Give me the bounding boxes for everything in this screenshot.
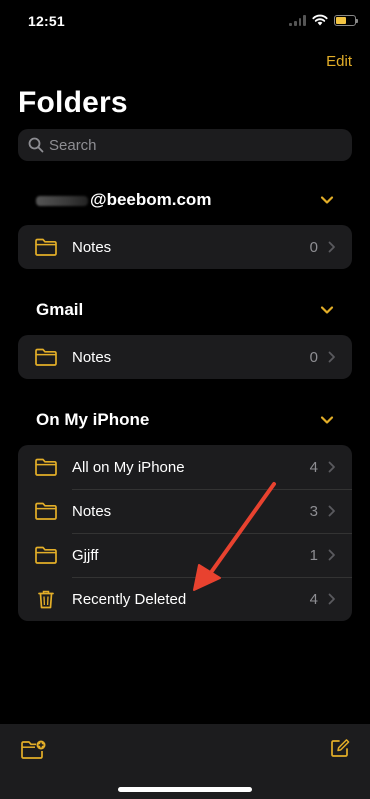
- folder-row-notes[interactable]: Notes 3: [18, 489, 352, 533]
- folder-icon: [35, 458, 57, 476]
- status-icons: [289, 14, 358, 26]
- home-indicator: [118, 787, 252, 792]
- folder-list-gmail: Notes 0: [18, 335, 352, 379]
- wifi-icon: [312, 14, 328, 26]
- chevron-right-icon: [328, 351, 335, 363]
- section-title-gmail: Gmail: [36, 300, 84, 319]
- folder-icon: [35, 546, 57, 564]
- folder-icon: [35, 348, 57, 366]
- folder-label: Notes: [72, 502, 112, 520]
- chevron-down-icon[interactable]: [320, 415, 334, 425]
- folder-label: All on My iPhone: [72, 458, 185, 476]
- folder-label: Notes: [72, 238, 112, 256]
- folder-label: Gjjff: [72, 546, 99, 564]
- folder-row-gjjff[interactable]: Gjjff 1: [18, 533, 352, 577]
- folder-row-all-on-my-iphone[interactable]: All on My iPhone 4: [18, 445, 352, 489]
- chevron-right-icon: [328, 549, 335, 561]
- status-time: 12:51: [28, 13, 65, 29]
- redacted-account-name: [36, 195, 88, 206]
- folder-row-recently-deleted[interactable]: Recently Deleted 4: [18, 577, 352, 621]
- chevron-right-icon: [328, 593, 335, 605]
- folder-count: 4: [309, 590, 318, 608]
- folder-row-notes[interactable]: Notes 0: [18, 335, 352, 379]
- folder-count: 0: [309, 348, 318, 366]
- edit-button[interactable]: Edit: [326, 53, 352, 70]
- section-title-on-my-iphone: On My iPhone: [36, 410, 150, 429]
- folder-icon: [35, 502, 57, 520]
- notes-folders-screen: 12:51 Edit Folders Search @beebom.com No…: [0, 0, 370, 799]
- section-title-account: @beebom.com: [36, 190, 211, 210]
- folder-row-notes[interactable]: Notes 0: [18, 225, 352, 269]
- section-header-on-my-iphone[interactable]: On My iPhone: [18, 406, 352, 434]
- search-placeholder: Search: [49, 136, 97, 154]
- search-icon: [28, 137, 44, 153]
- search-field[interactable]: Search: [18, 129, 352, 161]
- folder-count: 3: [309, 502, 318, 520]
- chevron-down-icon[interactable]: [320, 195, 334, 205]
- folder-count: 1: [309, 546, 318, 564]
- chevron-right-icon: [328, 505, 335, 517]
- chevron-right-icon: [328, 461, 335, 473]
- folder-label: Recently Deleted: [72, 590, 187, 608]
- chevron-right-icon: [328, 241, 335, 253]
- folder-count: 0: [309, 238, 318, 256]
- section-header-account[interactable]: @beebom.com: [18, 186, 352, 214]
- section-header-gmail[interactable]: Gmail: [18, 296, 352, 324]
- folder-list-on-my-iphone: All on My iPhone 4 Notes 3 Gjjff 1 Recen…: [18, 445, 352, 621]
- compose-icon[interactable]: [330, 738, 350, 758]
- folder-icon: [35, 238, 57, 256]
- page-title: Folders: [18, 86, 128, 119]
- battery-icon: [334, 14, 358, 26]
- new-folder-icon[interactable]: [20, 739, 46, 761]
- folder-label: Notes: [72, 348, 112, 366]
- folder-count: 4: [309, 458, 318, 476]
- trash-icon: [38, 590, 54, 609]
- folder-list-account: Notes 0: [18, 225, 352, 269]
- status-bar: 12:51: [0, 0, 370, 44]
- chevron-down-icon[interactable]: [320, 305, 334, 315]
- cellular-signal-icon: [289, 14, 306, 26]
